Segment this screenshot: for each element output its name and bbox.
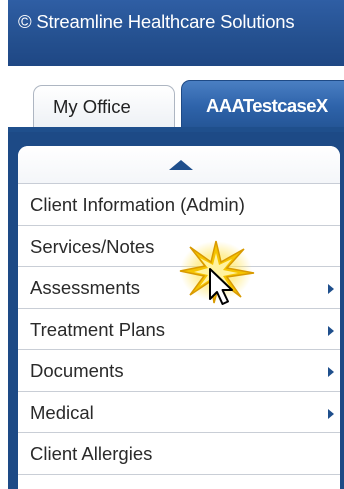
menu-item-treatment-plans[interactable]: Treatment Plans [18, 309, 340, 350]
menu-item-label: Services/Notes [30, 235, 155, 257]
tab-client-record[interactable]: AAATestcaseX [181, 80, 344, 127]
client-menu-panel: Client Information (Admin) Services/Note… [8, 132, 344, 489]
copyright-title: © Streamline Healthcare Solutions [18, 11, 295, 32]
tab-my-office-label: My Office [53, 96, 131, 117]
menu-scroll-up-button[interactable] [18, 146, 340, 184]
menu-list: Client Information (Admin) Services/Note… [18, 184, 340, 475]
menu-item-label: Assessments [30, 277, 141, 298]
tab-client-record-label: AAATestcaseX [206, 95, 328, 116]
menu-item-label: Client Information (Admin) [30, 194, 245, 215]
client-menu: Client Information (Admin) Services/Note… [18, 146, 340, 489]
menu-item-label: Client Allergies [30, 443, 153, 464]
tab-strip: My Office AAATestcaseX [8, 66, 344, 132]
menu-item-client-allergies[interactable]: Client Allergies [18, 433, 340, 475]
app-header: © Streamline Healthcare Solutions [8, 0, 344, 66]
submenu-arrow-icon [328, 408, 334, 419]
menu-item-label: Medical [30, 401, 94, 423]
menu-item-client-information-admin[interactable]: Client Information (Admin) [18, 184, 340, 226]
menu-item-documents[interactable]: Documents [18, 350, 340, 392]
menu-item-label: Treatment Plans [30, 318, 166, 340]
menu-item-services-notes[interactable]: Services/Notes [18, 226, 340, 267]
up-arrow-icon [169, 160, 193, 170]
menu-item-label: Documents [30, 360, 124, 381]
menu-item-assessments[interactable]: Assessments [18, 267, 340, 309]
tab-my-office[interactable]: My Office [33, 85, 175, 127]
submenu-arrow-icon [328, 367, 334, 377]
submenu-arrow-icon [328, 325, 334, 336]
submenu-arrow-icon [328, 284, 334, 294]
menu-item-medical[interactable]: Medical [18, 392, 340, 433]
